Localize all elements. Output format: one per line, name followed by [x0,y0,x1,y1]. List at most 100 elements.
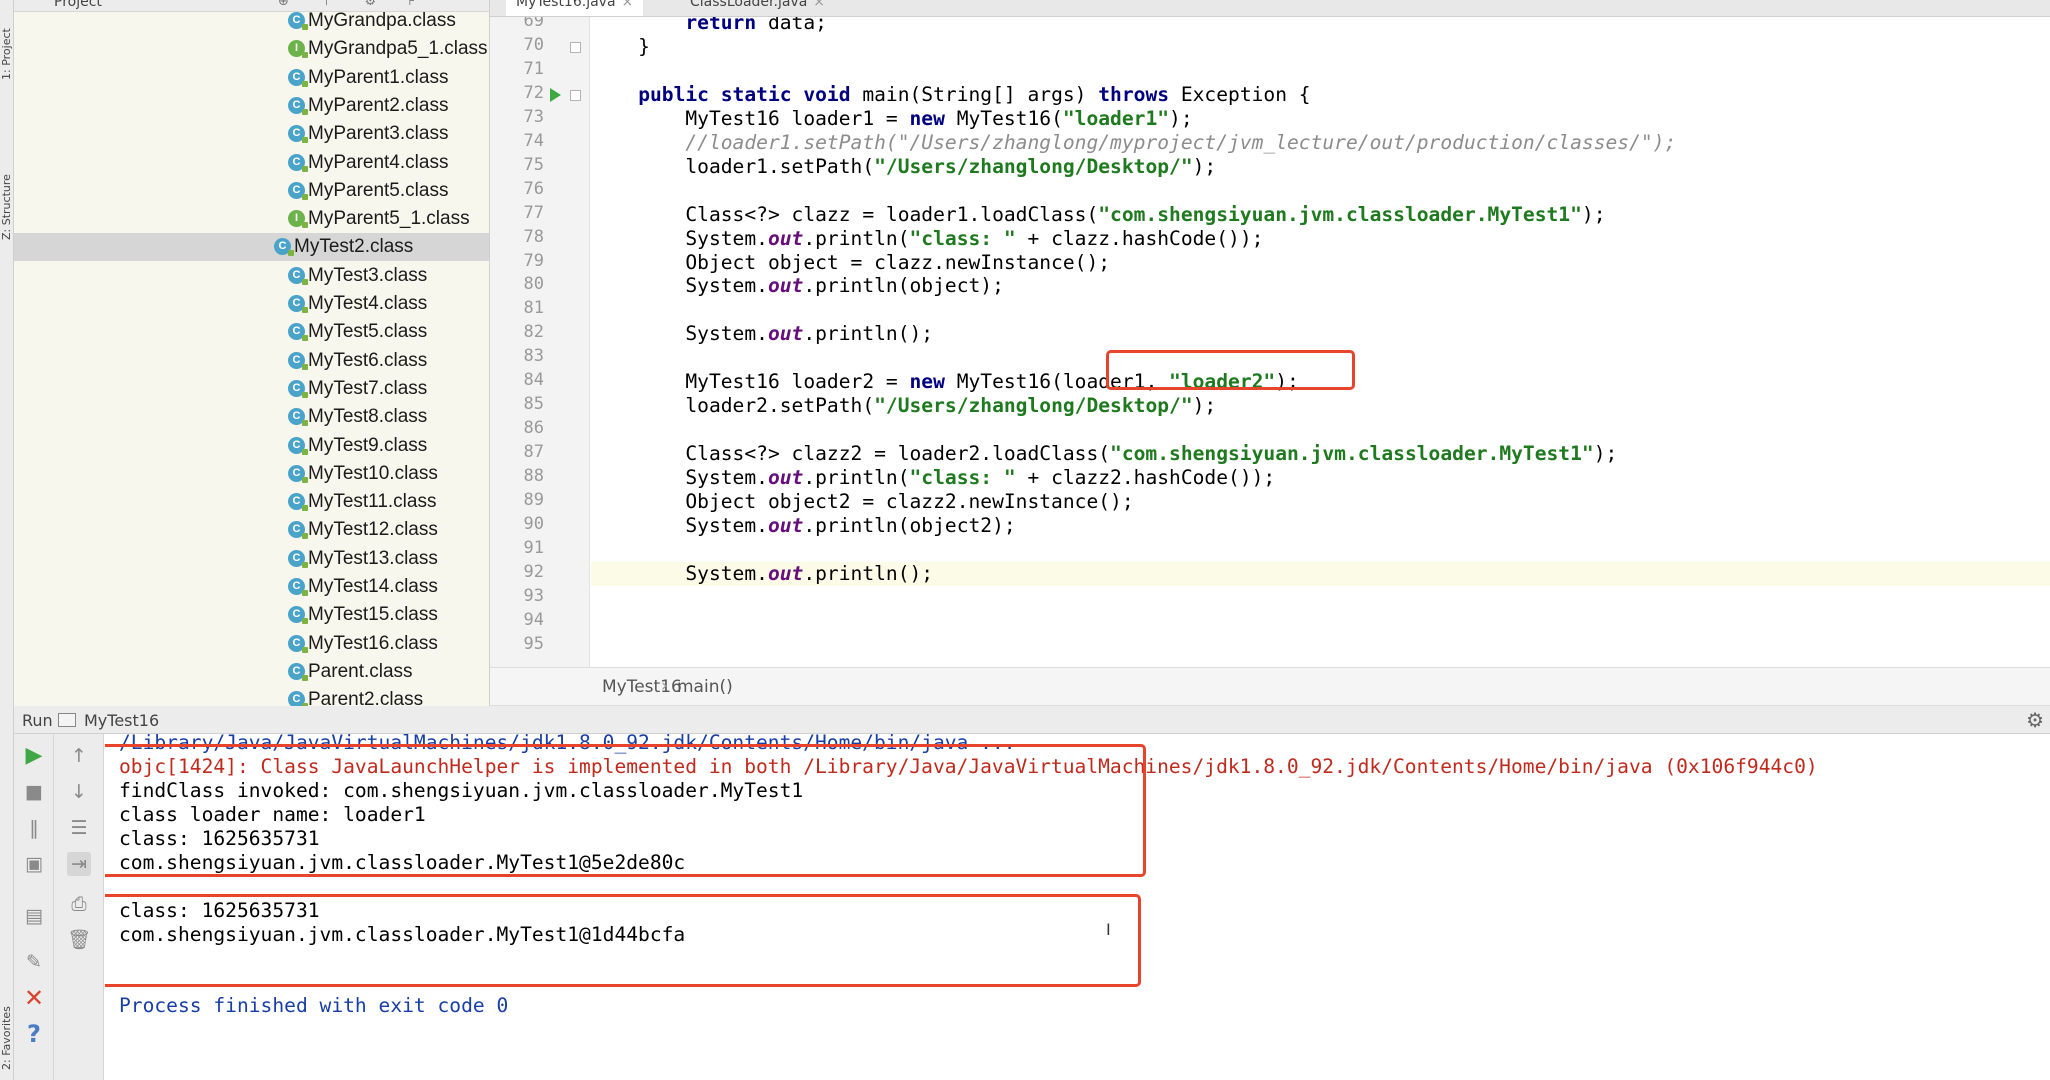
line-number[interactable]: 94 [490,610,544,630]
tree-item[interactable]: C MyGrandpa.class [288,7,489,35]
tab-close-icon[interactable]: × [813,0,825,10]
breadcrumb-class[interactable]: MyTest16 [602,677,682,697]
line-number[interactable]: 76 [490,179,544,199]
tree-item[interactable]: I MyParent5_1.class [288,205,489,233]
line-number[interactable]: 91 [490,538,544,558]
breadcrumb-method[interactable]: main() [677,677,733,697]
favorites-tool-label[interactable]: 2: Favorites [0,960,14,1070]
clear-all-icon[interactable]: 🗑 [67,928,91,952]
project-tool-label[interactable]: 1: Project [0,10,14,80]
stop-icon[interactable]: ■ [22,780,46,804]
tree-item[interactable]: C MyTest10.class [288,460,489,488]
fold-icon[interactable] [570,89,581,101]
editor-tab[interactable]: ClassLoader.java × [680,0,835,16]
line-number[interactable]: 78 [490,227,544,247]
line-number[interactable]: 84 [490,370,544,390]
tree-item[interactable]: C MyTest2.class [14,233,489,262]
line-number-gutter: 69 70 71 72 73 74 75 76 77 78 79 80 81 82 83 84 85 86 87 88… [490,17,590,667]
line-number[interactable]: 73 [490,107,544,127]
layout-icon[interactable]: ▤ [22,904,46,928]
line-number[interactable]: 74 [490,131,544,151]
line-number[interactable]: 77 [490,203,544,223]
help-icon[interactable]: ? [22,1022,46,1046]
tree-item[interactable]: C MyTest7.class [288,375,489,403]
tree-item[interactable]: C MyTest8.class [288,403,489,431]
line-number[interactable]: 93 [490,586,544,606]
editor-tab[interactable]: MyTest16.java × [506,0,644,16]
code-line: System.out.println("class: " + clazz2.ha… [591,466,2050,490]
tree-item[interactable]: C Parent.class [288,658,489,686]
tree-item[interactable]: C MyParent3.class [288,120,489,148]
line-number[interactable]: 79 [490,251,544,271]
tree-item[interactable]: C MyTest4.class [288,290,489,318]
line-number[interactable]: 85 [490,394,544,414]
line-number[interactable]: 82 [490,322,544,342]
dump-threads-icon[interactable]: ▣ [22,852,46,876]
pause-icon[interactable]: ‖ [22,816,46,840]
breadcrumb-separator: › [661,676,668,696]
line-number[interactable]: 81 [490,298,544,318]
line-number[interactable]: 89 [490,490,544,510]
code-token: "com.shengsiyuan.jvm.classloader.MyTest1… [1098,202,1582,226]
pin-icon[interactable]: ✎ [22,950,46,974]
tree-item[interactable]: C MyTest13.class [288,545,489,573]
tab-close-icon[interactable]: × [622,0,634,10]
run-toolbar-primary: ▶ ■ ‖ ▣ ▤ ✎ ✕ ? [14,734,54,1080]
up-arrow-icon[interactable]: ↑ [67,744,91,768]
line-number[interactable]: 71 [490,59,544,79]
line-number[interactable]: 92 [490,562,544,582]
tree-item[interactable]: C MyTest9.class [288,432,489,460]
run-gutter-icon[interactable] [550,87,561,102]
console-output[interactable]: /Library/Java/JavaVirtualMachines/jdk1.8… [105,734,2050,1080]
tree-item[interactable]: C MyParent5.class [288,177,489,205]
tree-item[interactable]: C MyParent2.class [288,92,489,120]
down-arrow-icon[interactable]: ↓ [67,780,91,804]
line-number[interactable]: 86 [490,418,544,438]
line-number[interactable]: 70 [490,35,544,55]
gear-icon[interactable]: ⚙ [2026,708,2044,732]
code-token: out [767,322,804,346]
scroll-to-end-icon[interactable]: ⇥ [67,852,91,876]
tree-item[interactable]: C MyTest15.class [288,601,489,629]
run-config-name[interactable]: MyTest16 [84,711,159,730]
line-number[interactable]: 87 [490,442,544,462]
structure-tool-label[interactable]: Z: Structure [0,120,14,240]
close-icon[interactable]: ✕ [22,986,46,1010]
run-icon[interactable]: ▶ [22,744,46,768]
tree-item[interactable]: C MyTest11.class [288,488,489,516]
line-number[interactable]: 72 [490,83,544,103]
tree-item-label: MyTest9.class [308,434,428,456]
tree-item[interactable]: C MyTest5.class [288,318,489,346]
tree-item-label: MyTest4.class [308,293,428,314]
line-number[interactable]: 75 [490,155,544,175]
tree-item[interactable]: C MyTest12.class [288,516,489,544]
print-icon[interactable]: ⎙ [67,892,91,916]
line-number[interactable]: 83 [490,346,544,366]
line-number[interactable]: 80 [490,274,544,294]
tree-item[interactable]: C MyTest16.class [288,630,489,658]
tree-item[interactable]: C MyParent1.class [288,64,489,92]
soft-wrap-icon[interactable]: ☰ [67,816,91,840]
tree-item[interactable]: C MyParent4.class [288,149,489,177]
code-token: loader2.setPath( [591,394,875,418]
line-number[interactable]: 88 [490,466,544,486]
code-token: System. [591,561,768,585]
tree-item[interactable]: C Parent2.class [288,686,489,706]
line-number[interactable]: 90 [490,514,544,534]
code-line: public static void main(String[] args) t… [591,83,2050,107]
line-number[interactable]: 69 [490,17,544,31]
run-tab[interactable]: Run [22,711,53,730]
fold-icon[interactable] [570,41,581,53]
code-editor[interactable]: return data; } public static void main(S… [591,17,2050,667]
class-file-icon: C [288,493,308,512]
highlight-box-output-1 [105,744,1146,877]
tree-item-label: MyParent5_1.class [308,208,470,230]
tree-item[interactable]: C MyTest14.class [288,573,489,601]
project-panel-title[interactable]: Project [54,0,102,10]
line-number[interactable]: 95 [490,634,544,654]
tree-item[interactable]: C MyTest6.class [288,347,489,375]
tree-item[interactable]: I MyGrandpa5_1.class [288,35,489,63]
tree-item[interactable]: C MyTest3.class [288,262,489,290]
